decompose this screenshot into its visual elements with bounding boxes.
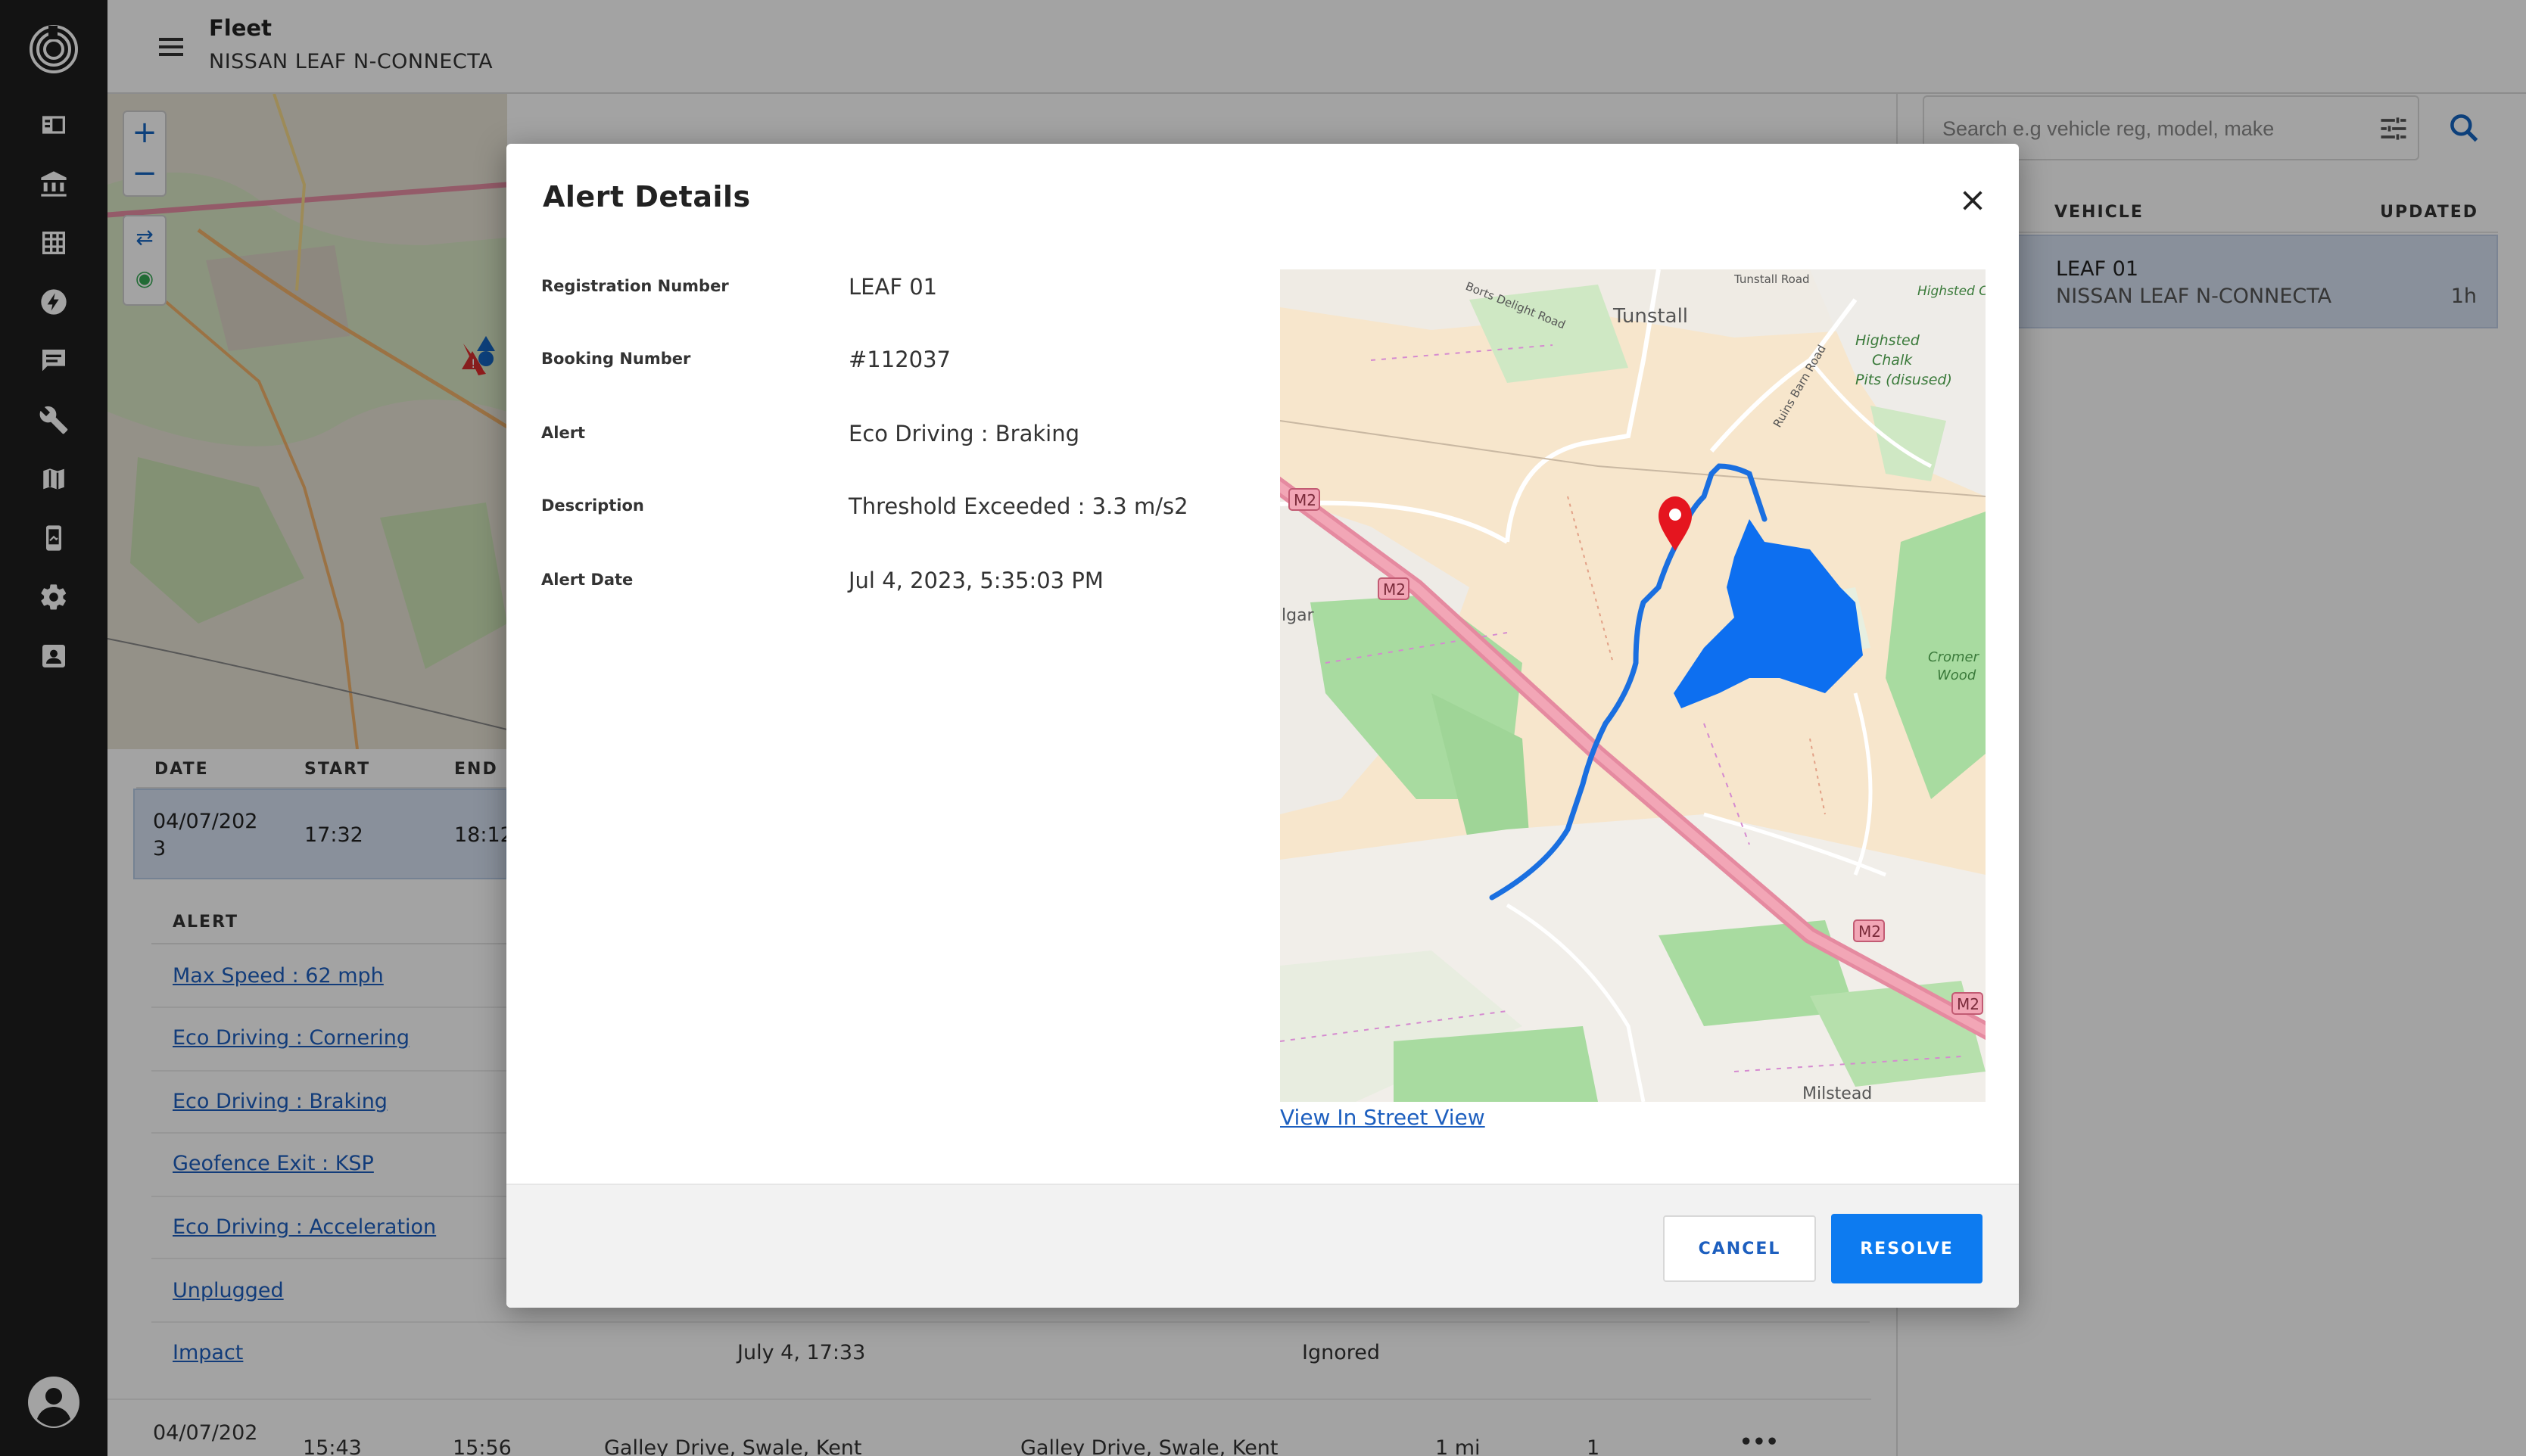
map-label-pits: Chalk <box>1872 352 1913 369</box>
field-value-alert: Eco Driving : Braking <box>849 421 1079 446</box>
map-label-tunstall: Tunstall <box>1612 305 1688 328</box>
map-label-pits: Pits (disused) <box>1855 372 1952 388</box>
cancel-button[interactable]: CANCEL <box>1663 1215 1816 1282</box>
map-shield-m2: M2 <box>1957 995 1979 1013</box>
alert-map-tiles: M2 M2 M2 M2 Tunstall Borts Delight Road … <box>1280 269 1986 1102</box>
field-label-booking: Booking Number <box>541 350 691 368</box>
field-value-description: Threshold Exceeded : 3.3 m/s2 <box>849 493 1188 519</box>
field-value-registration: LEAF 01 <box>849 274 938 300</box>
close-icon <box>1963 191 1982 210</box>
map-label-wood: Cromer <box>1928 649 1980 665</box>
map-label-road: Tunstall Road <box>1733 272 1810 286</box>
map-shield-m2: M2 <box>1383 580 1406 599</box>
map-label-wood: Wood <box>1937 667 1976 683</box>
field-label-alert-date: Alert Date <box>541 571 634 589</box>
field-label-registration: Registration Number <box>541 277 729 295</box>
alert-details-dialog: Alert Details Registration Number LEAF 0… <box>506 144 2019 1308</box>
resolve-button[interactable]: RESOLVE <box>1831 1214 1982 1283</box>
map-label-milstead: Milstead <box>1802 1084 1872 1102</box>
street-view-link[interactable]: View In Street View <box>1280 1105 1485 1130</box>
map-shield-m2: M2 <box>1858 922 1881 941</box>
map-label-pits: Highsted <box>1855 332 1920 349</box>
map-label-pits: Highsted Chalk Pits (disuse <box>1917 284 1986 299</box>
field-value-alert-date: Jul 4, 2023, 5:35:03 PM <box>849 568 1104 593</box>
field-label-description: Description <box>541 496 644 515</box>
map-shield-m2: M2 <box>1294 491 1316 509</box>
close-button[interactable] <box>1954 182 1992 219</box>
dialog-title: Alert Details <box>543 180 751 213</box>
alert-location-map[interactable]: M2 M2 M2 M2 Tunstall Borts Delight Road … <box>1280 269 1986 1102</box>
field-label-alert: Alert <box>541 424 586 442</box>
map-label-place: lgar <box>1282 606 1315 625</box>
field-value-booking: #112037 <box>849 347 952 372</box>
